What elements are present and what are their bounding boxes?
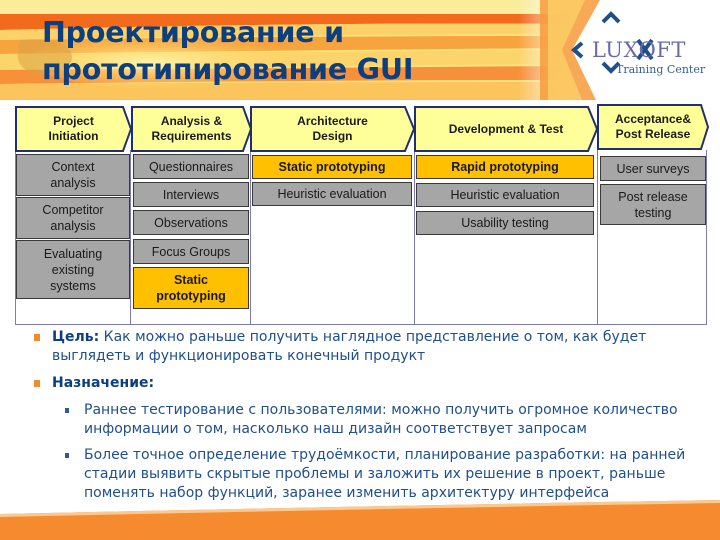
title-line-1: Проектирование и: [42, 16, 344, 49]
phase-architecture-design: Architecture Design: [250, 106, 415, 152]
sub-bullet-early-testing: Раннее тестирование с пользователями: мо…: [65, 401, 704, 439]
sub-bullet-estimation: Более точное определение трудоёмкости, п…: [65, 446, 704, 503]
sub-bullet-text: Более точное определение трудоёмкости, п…: [84, 447, 686, 501]
footer-swoosh: [0, 500, 720, 540]
bullet-marker-icon: [34, 380, 40, 387]
title-line-2: прототипирование GUI: [42, 53, 414, 86]
phase-label: Project Initiation: [48, 114, 99, 143]
phase-project-initiation: Project Initiation: [15, 106, 132, 152]
activity-evaluating-existing-systems: Evaluating existing systems: [16, 240, 130, 299]
activity-usability-testing: Usability testing: [416, 211, 594, 235]
sub-bullet-text: Раннее тестирование с пользователями: мо…: [84, 402, 678, 437]
activity-static-prototyping: Static prototyping: [133, 267, 249, 309]
process-diagram: Project Initiation Analysis & Requiremen…: [0, 100, 720, 326]
logo-wordmark: LUXOFT: [592, 38, 686, 62]
activity-context-analysis: Context analysis: [16, 154, 130, 196]
activity-focus-groups: Focus Groups: [133, 239, 249, 264]
phase-label: Analysis & Requirements: [151, 114, 232, 143]
bullet-purpose: Назначение:: [34, 374, 692, 393]
activity-user-surveys: User surveys: [600, 156, 706, 181]
page-title: Проектирование и прототипирование GUI: [42, 14, 413, 88]
bullet-marker-icon: [34, 334, 40, 341]
phase-acceptance-post-release: Acceptance& Post Release: [597, 104, 709, 150]
luxoft-logo: LUXOFT Training Center: [560, 8, 720, 88]
activity-rapid-prototyping: Rapid prototyping: [416, 155, 594, 179]
phase-analysis-requirements: Analysis & Requirements: [131, 106, 252, 152]
phase-label: Acceptance& Post Release: [614, 112, 692, 141]
bullet-label: Назначение:: [52, 375, 155, 391]
bullet-text: Как можно раньше получить наглядное пред…: [52, 329, 647, 364]
phase-development-test: Development & Test: [414, 106, 598, 152]
activity-heuristic-evaluation: Heuristic evaluation: [416, 183, 594, 207]
activity-questionnaires: Questionnaires: [133, 154, 249, 179]
activity-interviews: Interviews: [133, 182, 249, 207]
sub-bullet-marker-icon: [65, 453, 69, 458]
bullet-goal: Цель: Как можно раньше получить наглядно…: [34, 328, 692, 366]
bullet-label: Цель:: [52, 329, 100, 345]
phase-label: Architecture Design: [297, 114, 368, 143]
activity-post-release-testing: Post release testing: [600, 184, 706, 225]
activity-observations: Observations: [133, 210, 249, 235]
sub-bullet-marker-icon: [65, 408, 69, 413]
activity-static-prototyping: Static prototyping: [252, 155, 412, 179]
phase-label: Development & Test: [448, 121, 564, 136]
activity-competitor-analysis: Competitor analysis: [16, 197, 130, 239]
header-banner: Проектирование и прототипирование GUI LU…: [0, 0, 720, 100]
logo-subtitle: Training Center: [616, 63, 706, 76]
activity-heuristic-evaluation: Heuristic evaluation: [252, 182, 412, 206]
